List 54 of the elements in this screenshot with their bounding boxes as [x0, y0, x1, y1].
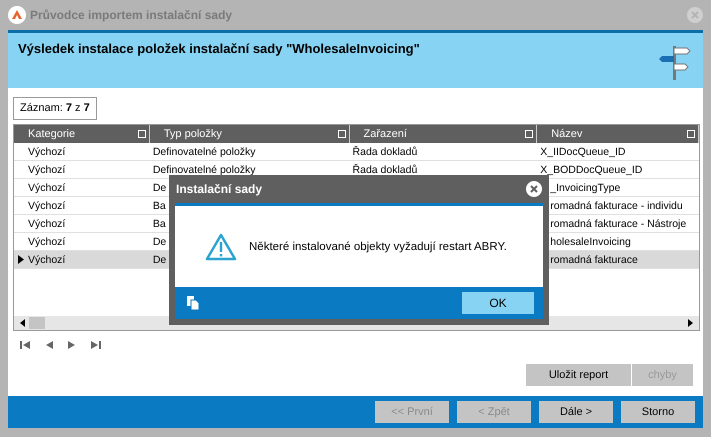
table-cell: De — [152, 182, 166, 194]
column-header[interactable]: Typ položky — [150, 125, 350, 143]
table-cell: Definovatelné položky — [152, 146, 256, 158]
table-cell: Řada dokladů — [352, 146, 418, 158]
table-cell: Výchozí — [28, 146, 66, 158]
filter-icon[interactable] — [525, 130, 534, 138]
table-cell: holesaleInvoicing — [550, 236, 631, 248]
table-cell: Výchozí — [28, 236, 66, 248]
row-pointer-icon — [18, 255, 24, 264]
table-cell: Výchozí — [28, 200, 66, 212]
scroll-left-icon[interactable] — [20, 319, 25, 327]
logo-icon — [8, 6, 26, 24]
table-cell: De — [152, 236, 166, 248]
table-row[interactable]: Výchozí Definovatelné položky Řada dokladů X_IIDocQueue_ID — [14, 143, 699, 161]
filter-icon[interactable] — [687, 130, 695, 138]
table-cell: romadná fakturace - Nástroje — [550, 218, 686, 230]
signpost-icon — [659, 44, 691, 82]
scroll-right-icon[interactable] — [688, 319, 693, 327]
previous-record-icon[interactable] — [45, 341, 53, 349]
table-cell: Definovatelné položky — [152, 164, 256, 176]
dialog-title: Instalační sady — [176, 182, 262, 196]
ok-button[interactable]: OK — [462, 292, 534, 314]
table-cell: Výchozí — [28, 164, 66, 176]
table-cell: Ba — [152, 200, 166, 212]
column-header[interactable]: Zařazení — [350, 125, 538, 143]
wizard-button[interactable]: Storno — [621, 401, 695, 423]
table-cell: De — [152, 254, 166, 266]
table-cell: romadná fakturace — [550, 254, 638, 266]
first-record-icon[interactable] — [20, 341, 30, 349]
filter-icon[interactable] — [138, 130, 146, 138]
window-title: Průvodce importem instalační sady — [30, 8, 234, 22]
table-cell: romadná fakturace - individu — [550, 200, 683, 212]
wizard-button[interactable]: Dále > — [539, 401, 613, 423]
dialog-message: Některé instalované objekty vyžadují restart ABRY. — [249, 240, 507, 252]
filter-icon[interactable] — [338, 130, 346, 138]
table-cell: Výchozí — [28, 182, 66, 194]
copy-icon[interactable] — [187, 296, 199, 310]
last-record-icon[interactable] — [91, 341, 101, 349]
table-cell: X_IIDocQueue_ID — [540, 146, 626, 158]
table-cell: Výchozí — [28, 218, 66, 230]
report-button[interactable]: Uložit report — [526, 364, 631, 386]
table-cell: Výchozí — [28, 254, 66, 266]
column-header[interactable]: Kategorie — [14, 125, 150, 143]
header-title: Výsledek instalace položek instalační sady "WholesaleInvoicing" — [18, 41, 420, 58]
scroll-thumb[interactable] — [29, 317, 45, 329]
column-header[interactable]: Název — [537, 125, 699, 143]
record-counter: Záznam: 7 z 7 — [13, 97, 97, 120]
warning-icon — [205, 232, 237, 260]
table-cell: Ba — [152, 218, 166, 230]
table-cell: _InvoicingType — [550, 182, 620, 194]
next-record-icon[interactable] — [68, 341, 76, 349]
table-cell: X_BODDocQueue_ID — [540, 164, 642, 176]
table-cell: Řada dokladů — [352, 164, 418, 176]
close-icon[interactable] — [526, 181, 542, 197]
